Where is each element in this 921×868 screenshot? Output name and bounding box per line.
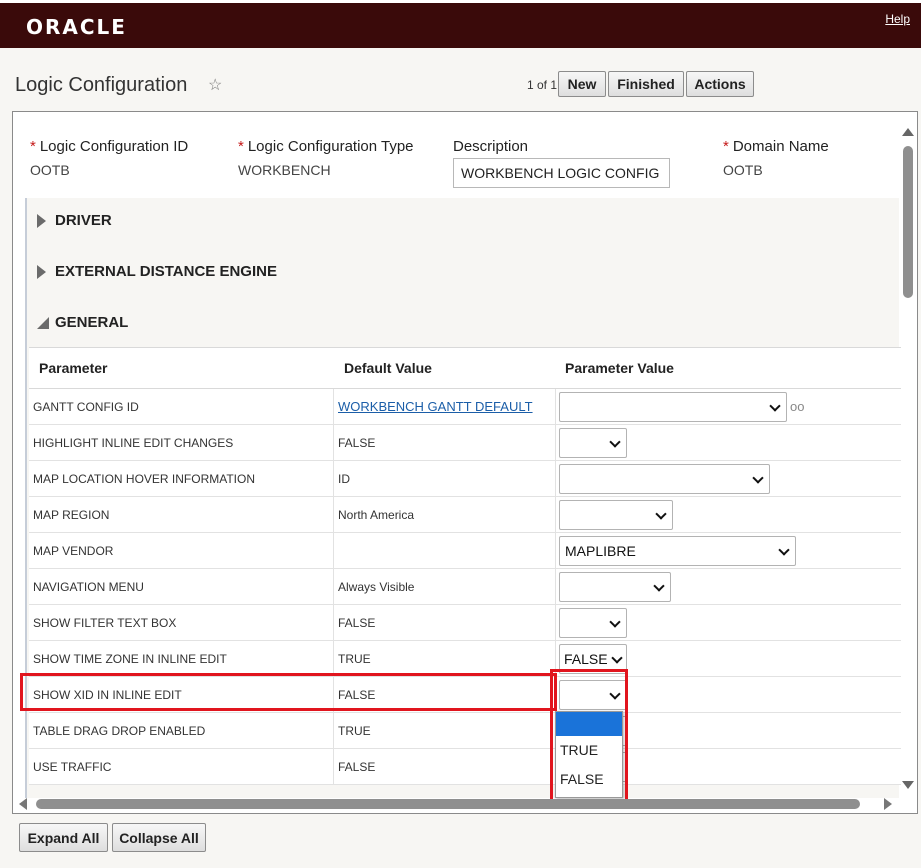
parameter-name: SHOW TIME ZONE IN INLINE EDIT bbox=[33, 652, 227, 666]
top-bar: ORACLE Help bbox=[0, 0, 921, 48]
expand-external-distance-engine-icon[interactable] bbox=[37, 265, 46, 279]
highlight-row-annotation bbox=[20, 673, 557, 711]
column-header-default-value: Default Value bbox=[344, 360, 432, 376]
default-value-link[interactable]: WORKBENCH GANTT DEFAULT bbox=[338, 399, 533, 414]
collapse-general-icon[interactable] bbox=[37, 317, 49, 329]
parameter-name: SHOW FILTER TEXT BOX bbox=[33, 616, 177, 630]
default-value: TRUE bbox=[338, 724, 371, 738]
finished-button[interactable]: Finished bbox=[608, 71, 684, 97]
parameter-name: MAP REGION bbox=[33, 508, 110, 522]
scroll-left-icon[interactable] bbox=[19, 798, 27, 810]
parameter-value-select[interactable] bbox=[559, 572, 671, 602]
default-value: TRUE bbox=[338, 652, 371, 666]
domain-name-label: * Domain Name bbox=[723, 138, 829, 155]
gantt-config-select[interactable] bbox=[559, 392, 787, 422]
parameter-value-select[interactable] bbox=[559, 608, 627, 638]
highlight-dropdown-annotation bbox=[550, 669, 628, 808]
parameter-name: HIGHLIGHT INLINE EDIT CHANGES bbox=[33, 436, 234, 450]
parameter-name: USE TRAFFIC bbox=[33, 760, 112, 774]
logic-configuration-id-value: OOTB bbox=[30, 162, 70, 178]
section-driver[interactable]: DRIVER bbox=[55, 212, 112, 229]
collapse-all-button[interactable]: Collapse All bbox=[112, 823, 206, 852]
table-row: NAVIGATION MENU Always Visible bbox=[29, 569, 901, 605]
domain-name-value: OOTB bbox=[723, 162, 763, 178]
description-field[interactable]: WORKBENCH LOGIC CONFIG bbox=[453, 158, 670, 188]
page-title: Logic Configuration bbox=[15, 74, 188, 96]
logic-configuration-id-label: * Logic Configuration ID bbox=[30, 138, 189, 155]
table-row: TABLE DRAG DROP ENABLED TRUE bbox=[29, 713, 901, 749]
column-header-parameter-value: Parameter Value bbox=[565, 360, 674, 376]
default-value: Always Visible bbox=[338, 580, 415, 594]
chevron-down-icon bbox=[769, 400, 781, 412]
chevron-down-icon bbox=[752, 472, 764, 484]
table-header: Parameter Default Value Parameter Value bbox=[29, 347, 901, 389]
table-row: SHOW FILTER TEXT BOX FALSE bbox=[29, 605, 901, 641]
actions-button[interactable]: Actions bbox=[686, 71, 754, 97]
default-value: ID bbox=[338, 472, 350, 486]
logic-configuration-type-label: * Logic Configuration Type bbox=[238, 138, 414, 155]
vertical-scroll-thumb[interactable] bbox=[903, 146, 913, 298]
parameter-name: TABLE DRAG DROP ENABLED bbox=[33, 724, 206, 738]
table-row: MAP REGION North America bbox=[29, 497, 901, 533]
table-row: MAP LOCATION HOVER INFORMATION ID bbox=[29, 461, 901, 497]
chevron-down-icon bbox=[778, 544, 790, 556]
parameter-value-select[interactable] bbox=[559, 428, 627, 458]
table-row: HIGHLIGHT INLINE EDIT CHANGES FALSE bbox=[29, 425, 901, 461]
general-parameters-table: Parameter Default Value Parameter Value … bbox=[29, 347, 901, 785]
description-label: Description bbox=[453, 138, 529, 155]
expand-all-button[interactable]: Expand All bbox=[19, 823, 108, 852]
parameter-name: MAP LOCATION HOVER INFORMATION bbox=[33, 472, 256, 486]
chevron-down-icon bbox=[655, 508, 667, 520]
pager-text: 1 of 1 bbox=[527, 78, 558, 92]
parameter-name: MAP VENDOR bbox=[33, 544, 114, 558]
help-link[interactable]: Help bbox=[885, 12, 910, 26]
parameter-name: GANTT CONFIG ID bbox=[33, 400, 139, 414]
star-icon[interactable]: ☆ bbox=[208, 75, 222, 95]
table-row: MAP VENDOR MAPLIBRE bbox=[29, 533, 901, 569]
default-value: FALSE bbox=[338, 760, 376, 774]
scroll-right-icon[interactable] bbox=[884, 798, 892, 810]
section-general[interactable]: GENERAL bbox=[55, 314, 128, 331]
default-value: FALSE bbox=[338, 436, 376, 450]
default-value: North America bbox=[338, 508, 415, 522]
section-external-distance-engine[interactable]: EXTERNAL DISTANCE ENGINE bbox=[55, 263, 277, 280]
chevron-down-icon bbox=[653, 580, 665, 592]
parameter-value-select[interactable]: MAPLIBRE bbox=[559, 536, 796, 566]
new-button[interactable]: New bbox=[558, 71, 606, 97]
parameter-name: NAVIGATION MENU bbox=[33, 580, 144, 594]
scroll-down-icon[interactable] bbox=[902, 781, 914, 789]
search-glasses-icon[interactable]: oo bbox=[790, 399, 804, 414]
parameter-value-select[interactable] bbox=[559, 500, 673, 530]
table-row: USE TRAFFIC FALSE bbox=[29, 749, 901, 785]
table-row: GANTT CONFIG ID WORKBENCH GANTT DEFAULT … bbox=[29, 389, 901, 425]
horizontal-scroll-thumb[interactable] bbox=[36, 799, 860, 809]
logic-configuration-type-value: WORKBENCH bbox=[238, 162, 331, 178]
default-value: FALSE bbox=[338, 616, 376, 630]
chevron-down-icon bbox=[611, 652, 623, 664]
scroll-up-icon[interactable] bbox=[902, 128, 914, 136]
table-row: SHOW TIME ZONE IN INLINE EDIT TRUE FALSE bbox=[29, 641, 901, 677]
expand-driver-icon[interactable] bbox=[37, 214, 46, 228]
chevron-down-icon bbox=[609, 436, 621, 448]
parameter-value-select[interactable] bbox=[559, 464, 770, 494]
chevron-down-icon bbox=[609, 616, 621, 628]
oracle-logo: ORACLE bbox=[26, 15, 127, 39]
column-header-parameter: Parameter bbox=[39, 360, 108, 376]
